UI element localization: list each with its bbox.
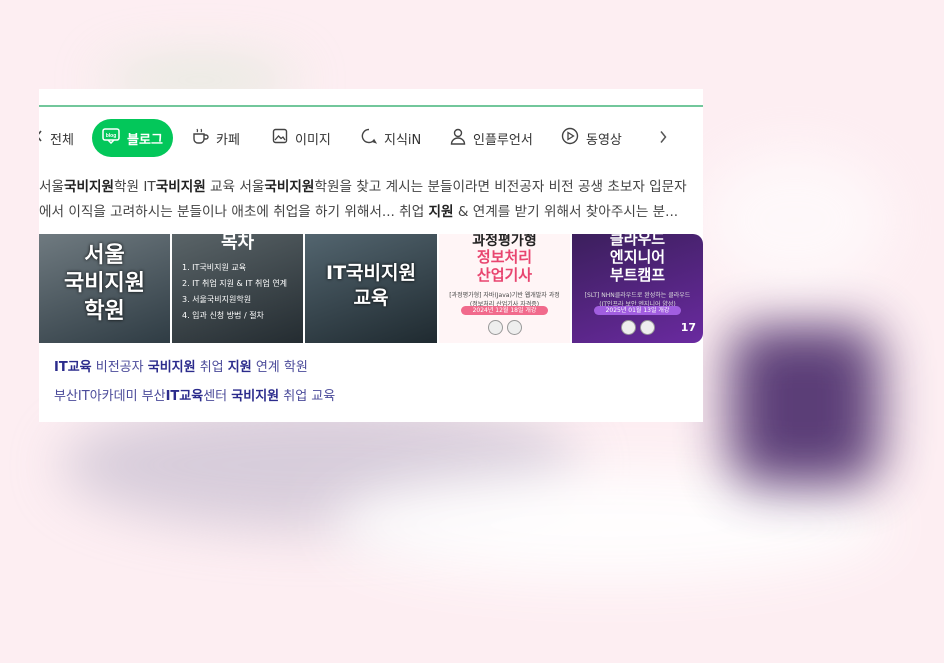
toc-item: 3. 서울국비지원학원 — [182, 295, 252, 304]
tab-influencer[interactable]: 인플루언서 — [450, 119, 533, 157]
person-icon — [450, 128, 466, 149]
thumbnail[interactable]: 목차 1. IT국비지원 교육 2. IT 취업 지원 & IT 취업 연계 3… — [172, 234, 303, 343]
highlighted-keyword: 지원 — [428, 204, 454, 220]
highlighted-keyword: IT교육 — [165, 389, 204, 404]
snippet-line: 에서 이직을 고려하시는 분들이나 애초에 취업을 하기 위해서... 취업 지… — [39, 200, 703, 225]
text-run: & 연계를 받기 위해서 찾아주시는 분... — [453, 204, 679, 220]
blurred-background — [700, 150, 890, 290]
chevron-left-icon — [39, 130, 43, 146]
text-run: 교육 서울 — [205, 179, 265, 195]
image-icon — [272, 128, 288, 148]
thumbnail[interactable]: 서울 국비지원 학원 — [39, 234, 170, 343]
image-count-badge: 17 — [680, 321, 696, 334]
related-search-link[interactable]: IT교육 비전공자 국비지원 취업 지원 연계 학원 — [54, 356, 694, 375]
thumbnail[interactable]: 클라우드 엔지니어 부트캠프 [SLT] NHN클라우드로 완성하는 클라우드 … — [572, 234, 703, 343]
highlighted-keyword: 지원 — [227, 360, 252, 375]
tab-image[interactable]: 이미지 — [272, 119, 331, 157]
text-run: 에서 이직을 고려하시는 분들이나 애초에 취업을 하기 위해서... 취업 — [39, 204, 429, 220]
thumbnail-title: 서울 국비지원 학원 — [64, 243, 145, 324]
search-tabs: 전체 blog 블로그 카페 이미지 지식iN 인플루언서 동영상 — [39, 119, 703, 159]
thumbnail-toc: 1. IT국비지원 교육 2. IT 취업 지원 & IT 취업 연계 3. 서… — [182, 260, 287, 324]
blog-icon: blog — [102, 128, 120, 148]
text-run: 취업 교육 — [279, 389, 336, 404]
highlighted-keyword: 국비지원 — [64, 179, 115, 195]
text-run: 연계 학원 — [251, 360, 308, 375]
coffee-icon — [191, 127, 209, 149]
tab-all-label: 전체 — [50, 132, 74, 148]
tabs-next-button[interactable] — [659, 119, 674, 157]
tab-kin[interactable]: 지식iN — [361, 119, 421, 157]
tab-image-label: 이미지 — [295, 132, 331, 148]
thumbnail-title: IT국비지원 교육 — [326, 262, 416, 309]
snippet-line: 서울국비지원학원 IT국비지원 교육 서울국비지원학원을 찾고 계시는 분들이라… — [39, 175, 703, 200]
blurred-background — [730, 325, 880, 485]
highlighted-keyword: 국비지원 — [231, 389, 280, 404]
search-result-card: 전체 blog 블로그 카페 이미지 지식iN 인플루언서 동영상 서울국비지원… — [39, 89, 703, 422]
chevron-right-icon — [659, 128, 667, 149]
logo-group — [439, 320, 570, 339]
thumbnail-strip: 서울 국비지원 학원 목차 1. IT국비지원 교육 2. IT 취업 지원 &… — [39, 234, 703, 343]
result-snippet[interactable]: 서울국비지원학원 IT국비지원 교육 서울국비지원학원을 찾고 계시는 분들이라… — [39, 175, 703, 225]
thumbnail-title: 클라우드 엔지니어 부트캠프 — [609, 234, 666, 284]
tab-blog-label: 블로그 — [127, 132, 163, 148]
logo-icon — [506, 320, 522, 335]
logo-icon — [639, 320, 655, 335]
text-run: 부산IT아카데미 부산 — [54, 389, 166, 404]
tab-video[interactable]: 동영상 — [561, 119, 622, 157]
svg-text:blog: blog — [106, 133, 117, 139]
text-run: 학원을 찾고 계시는 분들이라면 비전공자 비전 공생 초보자 입문자 — [314, 179, 687, 195]
toc-item: 2. IT 취업 지원 & IT 취업 연계 — [182, 279, 288, 288]
thumbnail-subtitle: 정보처리 산업기사 — [476, 248, 533, 284]
tab-influencer-label: 인플루언서 — [473, 132, 533, 148]
tab-video-label: 동영상 — [586, 132, 622, 148]
highlighted-keyword: 국비지원 — [155, 179, 206, 195]
tab-cafe-label: 카페 — [216, 132, 240, 148]
logo-icon — [620, 320, 636, 335]
blurred-background — [330, 470, 890, 580]
thumbnail-title: 목차 — [220, 234, 255, 253]
thumbnail-date: 2025년 01월 13일 개강 — [594, 306, 681, 315]
play-circle-icon — [561, 127, 579, 149]
tab-blog[interactable]: blog 블로그 — [92, 119, 173, 157]
related-search-link[interactable]: 부산IT아카데미 부산IT교육센터 국비지원 취업 교육 — [54, 385, 694, 404]
tab-cafe[interactable]: 카페 — [191, 119, 240, 157]
thumbnail[interactable]: IT국비지원 교육 — [305, 234, 437, 343]
highlighted-keyword: 국비지원 — [264, 179, 315, 195]
highlighted-keyword: 국비지원 — [147, 360, 196, 375]
tab-kin-label: 지식iN — [384, 132, 422, 148]
text-run: 서울 — [39, 179, 65, 195]
thumbnail-date: 2024년 12월 18일 개강 — [461, 306, 548, 315]
text-run: 비전공자 — [91, 360, 148, 375]
chat-bubble-icon — [361, 128, 378, 148]
text-run: 취업 — [195, 360, 228, 375]
tab-all[interactable]: 전체 — [39, 119, 74, 157]
text-run: 센터 — [203, 389, 232, 404]
text-run: 학원 IT — [114, 179, 156, 195]
toc-item: 1. IT국비지원 교육 — [182, 263, 247, 272]
thumbnail[interactable]: 과정평가형 정보처리 산업기사 [과정평가형] 자바(Java)기반 웹개발자 … — [439, 234, 570, 343]
logo-icon — [487, 320, 503, 335]
highlighted-keyword: IT교육 — [54, 360, 92, 375]
search-bar-underline — [39, 105, 703, 107]
toc-item: 4. 입과 신청 방법 / 절차 — [182, 311, 264, 320]
